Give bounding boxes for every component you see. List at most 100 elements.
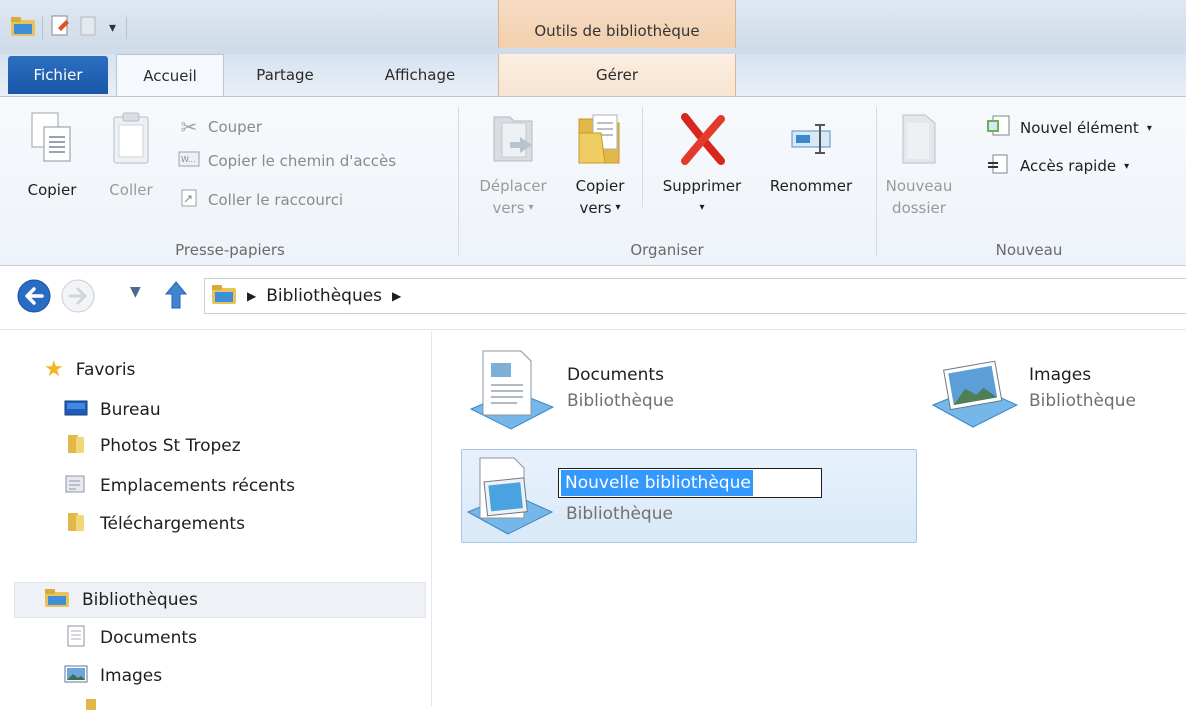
move-to-label-1: Déplacer xyxy=(479,177,547,195)
nav-downloads-label: Téléchargements xyxy=(100,514,245,534)
copy-to-button[interactable]: Copier vers ▾ xyxy=(562,111,638,219)
content-pane: Documents Bibliothèque Images Bibliothèq… xyxy=(433,331,1186,706)
chevron-down-icon: ▾ xyxy=(1124,160,1130,172)
cut-button[interactable]: ✂ Couper xyxy=(178,115,262,139)
scissors-icon: ✂ xyxy=(180,115,198,139)
move-to-button[interactable]: Déplacer vers ▾ xyxy=(470,111,556,219)
library-name: Images xyxy=(1029,365,1092,385)
new-folder-button[interactable]: Nouveau dossier xyxy=(880,111,958,219)
easy-access-icon xyxy=(986,153,1012,179)
easy-access-button[interactable]: Accès rapide ▾ xyxy=(986,153,1129,179)
new-item-icon xyxy=(986,115,1012,141)
nav-libraries[interactable]: Bibliothèques xyxy=(44,585,198,615)
nav-photos[interactable]: Photos St Tropez xyxy=(64,431,241,461)
group-separator xyxy=(458,107,459,257)
library-tile-new[interactable]: Nouvelle bibliothèque Bibliothèque xyxy=(461,449,917,543)
organize-group-label: Organiser xyxy=(630,241,704,259)
svg-text:W...: W... xyxy=(181,155,196,164)
rename-input-selected-text: Nouvelle bibliothèque xyxy=(561,470,753,496)
ribbon: Copier Coller ✂ Couper W... Copier le ch… xyxy=(0,96,1186,266)
nav-documents[interactable]: Documents xyxy=(64,623,197,653)
libraries-icon xyxy=(44,588,70,613)
breadcrumb-libraries[interactable]: Bibliothèques xyxy=(266,286,382,306)
star-icon: ★ xyxy=(44,357,64,382)
delete-button[interactable]: Supprimer ▾ xyxy=(650,111,754,219)
nav-downloads[interactable]: Téléchargements xyxy=(64,509,245,539)
new-group-label: Nouveau xyxy=(995,241,1063,259)
nav-recent[interactable]: Emplacements récents xyxy=(64,471,295,501)
library-type: Bibliothèque xyxy=(567,391,674,411)
library-tile-images[interactable]: Images Bibliothèque xyxy=(929,347,1136,439)
delete-label: Supprimer xyxy=(662,177,742,195)
ribbon-tabs: Fichier Accueil Partage Affichage Gérer xyxy=(0,54,1186,97)
clipboard-group-label: Presse-papiers xyxy=(175,241,285,259)
paste-button[interactable]: Coller xyxy=(98,111,164,201)
nav-favorites[interactable]: ★ Favoris xyxy=(44,355,135,385)
navigation-bar: ▼ ▶ Bibliothèques ▶ xyxy=(0,266,1186,330)
group-separator xyxy=(642,107,643,207)
properties-icon[interactable] xyxy=(49,14,73,42)
tab-view[interactable]: Affichage xyxy=(350,54,490,96)
document-icon xyxy=(64,625,88,652)
address-bar[interactable]: ▶ Bibliothèques ▶ xyxy=(204,278,1186,314)
tab-share[interactable]: Partage xyxy=(230,54,340,96)
new-item-button[interactable]: Nouvel élément ▾ xyxy=(986,115,1152,141)
title-bar: ▾ Outils de bibliothèque xyxy=(0,0,1186,54)
nav-images[interactable]: Images xyxy=(64,661,162,691)
forward-arrow-icon xyxy=(61,279,95,313)
rename-label: Renommer xyxy=(769,177,853,195)
tab-file[interactable]: Fichier xyxy=(8,56,108,94)
back-button[interactable] xyxy=(16,278,52,318)
paste-shortcut-button[interactable]: Coller le raccourci xyxy=(178,189,343,211)
new-folder-icon xyxy=(897,114,941,171)
breadcrumb-separator-icon[interactable]: ▶ xyxy=(392,289,401,303)
nav-images-label: Images xyxy=(100,666,163,686)
cut-label: Couper xyxy=(208,118,263,136)
rename-input[interactable]: Nouvelle bibliothèque xyxy=(558,468,822,498)
library-tools-header: Outils de bibliothèque xyxy=(498,0,736,48)
shortcut-icon xyxy=(178,189,200,211)
chevron-down-icon: ▾ xyxy=(528,202,534,213)
tab-manage[interactable]: Gérer xyxy=(498,54,736,96)
new-folder-label-1: Nouveau xyxy=(885,177,953,195)
tab-home[interactable]: Accueil xyxy=(116,54,224,97)
picture-icon xyxy=(64,664,88,689)
copy-path-button[interactable]: W... Copier le chemin d'accès xyxy=(178,151,396,171)
up-arrow-icon[interactable] xyxy=(164,280,188,314)
new-folder-label-2: dossier xyxy=(892,199,946,217)
desktop-icon xyxy=(64,399,88,422)
libraries-icon xyxy=(211,283,237,310)
recent-locations-chevron-icon[interactable]: ▼ xyxy=(130,284,141,300)
recent-places-icon xyxy=(64,474,88,499)
move-to-icon xyxy=(488,116,538,171)
nav-desktop[interactable]: Bureau xyxy=(64,395,161,425)
paste-label: Coller xyxy=(109,181,153,199)
group-separator xyxy=(876,107,877,257)
folder-icon xyxy=(64,434,88,459)
library-tools-label: Outils de bibliothèque xyxy=(534,22,700,40)
copy-button[interactable]: Copier xyxy=(20,111,84,201)
nav-desktop-label: Bureau xyxy=(100,400,161,420)
customize-dropdown-icon[interactable]: ▾ xyxy=(109,20,116,36)
nav-libraries-label: Bibliothèques xyxy=(82,590,198,610)
move-to-label-2: vers xyxy=(492,199,525,217)
new-folder-icon[interactable] xyxy=(79,14,101,42)
copy-to-label-2: vers xyxy=(579,199,612,217)
nav-documents-label: Documents xyxy=(100,628,197,648)
new-library-icon xyxy=(464,452,556,544)
back-arrow-icon xyxy=(17,279,51,313)
images-library-icon xyxy=(929,347,1021,439)
folder-icon xyxy=(64,512,88,537)
chevron-down-icon: ▾ xyxy=(699,202,705,213)
folder-icon xyxy=(84,695,104,714)
documents-library-icon xyxy=(465,347,557,439)
forward-button[interactable] xyxy=(60,278,96,318)
breadcrumb-separator-icon[interactable]: ▶ xyxy=(247,289,256,303)
paste-shortcut-label: Coller le raccourci xyxy=(208,191,344,209)
library-type: Bibliothèque xyxy=(1029,391,1136,411)
navigation-pane: ★ Favoris Bureau Photos St Tropez Emplac… xyxy=(0,331,432,710)
nav-recent-label: Emplacements récents xyxy=(100,476,295,496)
library-folder-icon[interactable] xyxy=(10,15,36,41)
rename-button[interactable]: Renommer xyxy=(758,111,864,197)
library-tile-documents[interactable]: Documents Bibliothèque xyxy=(465,347,674,439)
